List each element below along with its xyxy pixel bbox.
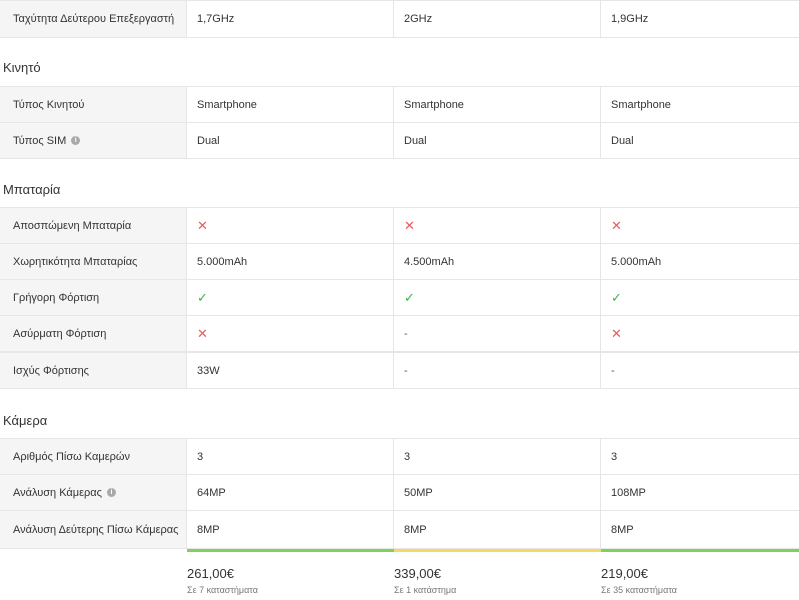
store-count[interactable]: Σε 7 καταστήματα xyxy=(187,585,258,595)
price-value[interactable]: 219,00€ xyxy=(601,566,677,581)
cross-icon: ✕ xyxy=(197,326,208,341)
spec-value: - xyxy=(394,353,601,388)
spec-row-fast-charging: Γρήγορη Φόρτιση ✓ ✓ ✓ xyxy=(0,279,799,316)
spec-label-wrap: Ανάλυση Κάμερας i xyxy=(0,475,187,510)
spec-value: 1,9GHz xyxy=(611,13,649,25)
spec-label: Ασύρματη Φόρτιση xyxy=(0,316,187,351)
spec-row-second-rear-camera-resolution: Ανάλυση Δεύτερης Πίσω Κάμερας 8MP 8MP 8M… xyxy=(0,510,799,549)
spec-value: ✕ xyxy=(394,208,601,243)
spec-value: ✕ xyxy=(601,208,799,243)
spec-row-camera-resolution: Ανάλυση Κάμερας i 64MP 50MP 108MP xyxy=(0,474,799,511)
spec-value: 8MP xyxy=(394,511,601,548)
price-block-2[interactable]: 339,00€ Σε 1 κατάστημα xyxy=(394,566,456,595)
info-icon[interactable]: i xyxy=(71,136,81,145)
spec-value: ✓ xyxy=(394,280,601,315)
cross-icon: ✕ xyxy=(611,218,622,233)
spec-label: Ισχύς Φόρτισης xyxy=(0,353,187,388)
spec-row-rear-camera-count: Αριθμός Πίσω Καμερών 3 3 3 xyxy=(0,438,799,475)
spec-value: 8MP xyxy=(611,523,634,536)
dash-value: - xyxy=(404,364,408,377)
spec-value: 33W xyxy=(187,353,394,388)
spec-label: Χωρητικότητα Μπαταρίας xyxy=(0,244,187,279)
spec-label: Ταχύτητα Δεύτερου Επεξεργαστή xyxy=(0,1,187,37)
spec-row-phone-type: Τύπος Κινητού Smartphone Smartphone Smar… xyxy=(0,86,799,123)
spec-value: Smartphone xyxy=(611,98,671,111)
spec-value: 5.000mAh xyxy=(611,255,662,268)
spec-value: ✓ xyxy=(601,280,799,315)
spec-comparison-page: Ταχύτητα Δεύτερου Επεξεργαστή 1,7GHz 2GH… xyxy=(0,0,799,600)
spec-row-second-processor-speed: Ταχύτητα Δεύτερου Επεξεργαστή 1,7GHz 2GH… xyxy=(0,0,799,38)
spec-value: - xyxy=(601,353,799,388)
spec-value: Smartphone xyxy=(187,87,394,122)
store-count[interactable]: Σε 1 κατάστημα xyxy=(394,585,456,595)
spec-value: ✓ xyxy=(187,280,394,315)
spec-value: ✕ xyxy=(601,316,799,351)
price-block-1[interactable]: 261,00€ Σε 7 καταστήματα xyxy=(187,566,258,595)
cross-icon: ✕ xyxy=(404,218,415,233)
check-icon: ✓ xyxy=(611,290,622,305)
price-bar-3 xyxy=(601,549,799,552)
spec-value: 8MP xyxy=(187,511,394,548)
price-value[interactable]: 339,00€ xyxy=(394,566,456,581)
info-icon[interactable]: i xyxy=(106,488,116,497)
price-bar-2 xyxy=(394,549,601,552)
spec-value: 50MP xyxy=(394,475,601,510)
spec-value: 2GHz xyxy=(394,1,601,37)
spec-row-wireless-charging: Ασύρματη Φόρτιση ✕ - ✕ xyxy=(0,315,799,352)
check-icon: ✓ xyxy=(197,290,208,305)
spec-value: 5.000mAh xyxy=(187,244,394,279)
spec-label: Ανάλυση Κάμερας xyxy=(13,486,102,499)
spec-value: Dual xyxy=(611,134,634,147)
spec-value: 3 xyxy=(187,439,394,474)
cross-icon: ✕ xyxy=(197,218,208,233)
spec-value: 1,7GHz xyxy=(187,1,394,37)
spec-value: 3 xyxy=(611,450,618,463)
check-icon: ✓ xyxy=(404,290,415,305)
spec-label: Αριθμός Πίσω Καμερών xyxy=(0,439,187,474)
spec-value: Smartphone xyxy=(394,87,601,122)
dash-value: - xyxy=(611,364,615,377)
spec-value: ✕ xyxy=(187,208,394,243)
dash-value: - xyxy=(404,327,408,340)
section-title-battery: Μπαταρία xyxy=(3,182,61,197)
price-strip: 261,00€ Σε 7 καταστήματα 339,00€ Σε 1 κα… xyxy=(0,549,799,600)
spec-row-removable-battery: Αποσπώμενη Μπαταρία ✕ ✕ ✕ xyxy=(0,207,799,244)
store-count[interactable]: Σε 35 καταστήματα xyxy=(601,585,677,595)
spec-label: Αποσπώμενη Μπαταρία xyxy=(0,208,187,243)
price-bar-1 xyxy=(187,549,394,552)
spec-value: - xyxy=(394,316,601,351)
spec-label: Τύπος SIM xyxy=(13,134,67,147)
spec-label: Ανάλυση Δεύτερης Πίσω Κάμερας xyxy=(0,511,187,548)
spec-value: 64MP xyxy=(187,475,394,510)
cross-icon: ✕ xyxy=(611,326,622,341)
spec-row-sim-type: Τύπος SIM i Dual Dual Dual xyxy=(0,122,799,159)
spec-row-battery-capacity: Χωρητικότητα Μπαταρίας 5.000mAh 4.500mAh… xyxy=(0,243,799,280)
price-block-3[interactable]: 219,00€ Σε 35 καταστήματα xyxy=(601,566,677,595)
spec-value: Dual xyxy=(187,123,394,158)
spec-value: 4.500mAh xyxy=(394,244,601,279)
spec-label: Γρήγορη Φόρτιση xyxy=(0,280,187,315)
spec-label: Τύπος Κινητού xyxy=(0,87,187,122)
section-title-camera: Κάμερα xyxy=(3,413,48,428)
spec-value: Dual xyxy=(394,123,601,158)
spec-label-wrap: Τύπος SIM i xyxy=(0,123,187,158)
spec-row-charging-power: Ισχύς Φόρτισης 33W - - xyxy=(0,352,799,389)
price-value[interactable]: 261,00€ xyxy=(187,566,258,581)
spec-value: 108MP xyxy=(611,486,646,499)
section-title-phone: Κινητό xyxy=(3,60,41,75)
spec-value: 3 xyxy=(394,439,601,474)
spec-value: ✕ xyxy=(187,316,394,351)
